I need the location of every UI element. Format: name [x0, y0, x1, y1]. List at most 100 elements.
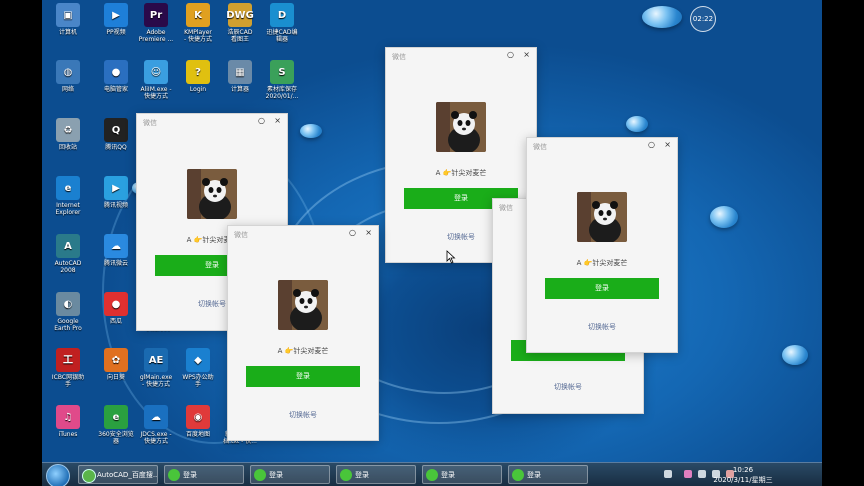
window-title: 微信: [392, 53, 406, 61]
taskbar-item-wechat-login[interactable]: 登录: [508, 465, 588, 484]
minimize-icon[interactable]: ○: [507, 50, 514, 59]
material-icon: S: [270, 60, 294, 84]
taskbar-item-autocad-browser[interactable]: AutoCAD_百度搜...: [78, 465, 158, 484]
desktop-icon-label: 素材库保存 2020/01/...: [265, 86, 299, 100]
desktop-icon-label: 腾讯QQ: [105, 144, 127, 151]
mouse-cursor-icon: [446, 250, 456, 264]
water-drop: [782, 345, 808, 365]
tray-flower-icon[interactable]: [684, 470, 692, 478]
desktop-icon-label: 网络: [61, 86, 74, 93]
taskbar-item-wechat-login[interactable]: 登录: [336, 465, 416, 484]
close-icon[interactable]: ×: [523, 50, 530, 59]
panda-image: [187, 169, 237, 219]
tray-keyboard-icon[interactable]: [664, 470, 672, 478]
login-button[interactable]: 登录: [545, 278, 659, 299]
desktop-icon-label: 计算机: [58, 29, 77, 36]
wechat-login-window[interactable]: 微信 ○ × A 👉针尖对麦芒 登录 切换帐号: [526, 137, 678, 353]
overlay-clock: 02:22: [690, 6, 716, 32]
autocad-icon: A: [56, 234, 80, 258]
360-icon: e: [104, 405, 128, 429]
panda-avatar: [577, 192, 627, 242]
txcloud-icon: ☁: [104, 234, 128, 258]
desktop-icon-label: Internet Explorer: [55, 202, 81, 216]
desktop-icon-qq[interactable]: Q 腾讯QQ: [90, 118, 142, 151]
premiere-icon: Pr: [144, 3, 168, 27]
panda-image: [278, 280, 328, 330]
desktop-icon-earth[interactable]: ◐ Google Earth Pro: [42, 292, 94, 332]
minimize-icon[interactable]: ○: [349, 228, 356, 237]
taskbar-item-label: 登录: [183, 471, 197, 479]
panda-avatar: [187, 169, 237, 219]
start-button[interactable]: [46, 464, 70, 486]
desktop-icon-label: Google Earth Pro: [54, 318, 82, 332]
close-icon[interactable]: ×: [365, 228, 372, 237]
minimize-icon[interactable]: ○: [258, 116, 265, 125]
desktop-icon-recycle[interactable]: ♻ 回收站: [42, 118, 94, 151]
kmplayer-icon: K: [186, 3, 210, 27]
desktop-icon-txvideo[interactable]: ▶ 腾讯视频: [90, 176, 142, 209]
taskbar-item-label: 登录: [269, 471, 283, 479]
taskbar-item-label: AutoCAD_百度搜...: [97, 471, 158, 479]
switch-account-link[interactable]: 切换帐号: [527, 322, 677, 332]
taskbar-item-label: 登录: [355, 471, 369, 479]
ali-icon: ☺: [144, 60, 168, 84]
taskbar-item-label: 登录: [441, 471, 455, 479]
minimize-icon[interactable]: ○: [648, 140, 655, 149]
desktop-icon-icbc[interactable]: 工 ICBC网银助 手: [42, 348, 94, 388]
desktop-icon-qiandian[interactable]: D 迅捷CAD编 辑器: [256, 3, 308, 43]
dwg-icon: DWG: [226, 3, 254, 27]
window-title: 微信: [234, 231, 248, 239]
tray-time: 10:26: [732, 466, 754, 474]
desktop-icon-computer[interactable]: ▣ 计算机: [42, 3, 94, 36]
close-icon[interactable]: ×: [274, 116, 281, 125]
qq-icon: Q: [104, 118, 128, 142]
login-button[interactable]: 登录: [246, 366, 360, 387]
wechat-icon: [168, 469, 180, 481]
switch-account-link[interactable]: 切换帐号: [228, 410, 378, 420]
water-drop: [300, 124, 322, 138]
desktop-icon-ie[interactable]: e Internet Explorer: [42, 176, 94, 216]
icbc-icon: 工: [56, 348, 80, 372]
tray-clock[interactable]: 10:26 2020/3/11/星期三: [708, 465, 778, 485]
desktop-icon-network[interactable]: ◍ 网络: [42, 60, 94, 93]
desktop: 02:22 ▣ 计算机 ▶ PP视频 Pr Adobe Premiere ... K KMPl…: [42, 0, 822, 486]
ie-icon: e: [56, 176, 80, 200]
panda-image: [436, 102, 486, 152]
pcmgr-icon: ●: [104, 60, 128, 84]
taskbar-item-wechat-login[interactable]: 登录: [422, 465, 502, 484]
desktop-icon-autocad[interactable]: A AutoCAD 2008: [42, 234, 94, 274]
jdcs-icon: ☁: [144, 405, 168, 429]
wechat-icon: [254, 469, 266, 481]
nickname: A 👉针尖对麦芒: [576, 259, 628, 267]
nickname: A 👉针尖对麦芒: [435, 169, 487, 177]
computer-icon: ▣: [56, 3, 80, 27]
wechat-icon: [426, 469, 438, 481]
title-bar[interactable]: 微信 ○ ×: [527, 138, 677, 154]
taskbar-item-wechat-login[interactable]: 登录: [250, 465, 330, 484]
itunes-icon: ♫: [56, 405, 80, 429]
earth-icon: ◐: [56, 292, 80, 316]
calc-icon: ▦: [228, 60, 252, 84]
pptv-icon: ▶: [104, 3, 128, 27]
title-bar[interactable]: 微信 ○ ×: [137, 114, 287, 130]
water-drop: [642, 6, 682, 28]
desktop-icon-itunes[interactable]: ♫ iTunes: [42, 405, 94, 438]
taskbar-item-label: 登录: [527, 471, 541, 479]
login-icon: ?: [186, 60, 210, 84]
recycle-icon: ♻: [56, 118, 80, 142]
txvideo-icon: ▶: [104, 176, 128, 200]
switch-account-link[interactable]: 切换帐号: [493, 382, 643, 392]
close-icon[interactable]: ×: [664, 140, 671, 149]
desktop-icon-material[interactable]: S 素材库保存 2020/01/...: [256, 60, 308, 100]
tray-date: 2020/3/11/星期三: [713, 476, 773, 484]
wechat-icon: [340, 469, 352, 481]
desktop-icon-label: 迅捷CAD编 辑器: [266, 29, 298, 43]
taskbar: AutoCAD_百度搜... 登录 登录 登录 登录 登录 10:26 2020/3/11…: [42, 462, 822, 486]
wechat-login-window[interactable]: 微信 ○ × A 👉针尖对麦芒 登录 切换帐号: [227, 225, 379, 441]
title-bar[interactable]: 微信 ○ ×: [386, 48, 536, 64]
title-bar[interactable]: 微信 ○ ×: [228, 226, 378, 242]
taskbar-item-wechat-login[interactable]: 登录: [164, 465, 244, 484]
wps-icon: ◆: [186, 348, 210, 372]
tray-network-icon[interactable]: [698, 470, 706, 478]
xiangrikui-icon: ✿: [104, 348, 128, 372]
